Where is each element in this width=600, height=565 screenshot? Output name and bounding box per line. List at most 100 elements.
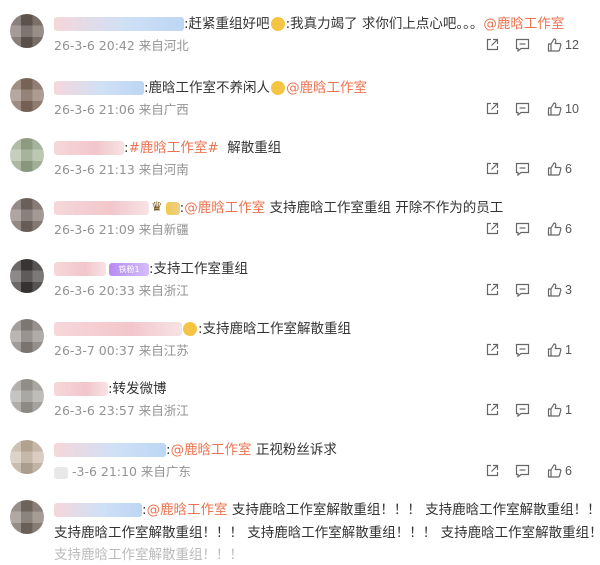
comment-icon[interactable]	[515, 343, 530, 357]
comment-item: 铁粉1 :支持工作室重组 26-3-6 20:33 来自浙江 3	[0, 259, 600, 303]
comment-item: :赶紧重组好吧 :我真力竭了 求你们上点心吧。。。 @鹿晗工作室 26-3-6 …	[0, 14, 600, 58]
mention-link[interactable]: @鹿晗工作室	[483, 14, 564, 34]
comment-body: :支持鹿晗工作室解散重组	[54, 319, 351, 339]
fan-badge: 铁粉1	[109, 262, 149, 276]
like-icon	[547, 464, 562, 478]
like-button[interactable]: 12	[547, 38, 579, 52]
like-icon	[547, 38, 562, 52]
hashtag-link[interactable]: #鹿晗工作室#	[129, 138, 219, 158]
comment-body: :鹿晗工作室不养闲人 @鹿晗工作室	[54, 78, 367, 98]
comment-actions: 1	[485, 403, 600, 421]
mention-link[interactable]: @鹿晗工作室	[171, 440, 252, 460]
comment-actions: 12	[485, 38, 600, 56]
comment-meta: 26-3-7 00:37 来自江苏	[54, 343, 189, 358]
like-count: 3	[565, 283, 572, 297]
username-blurred[interactable]	[54, 322, 182, 336]
comment-icon[interactable]	[515, 403, 530, 417]
avatar[interactable]	[10, 379, 44, 413]
comment-body: 铁粉1 :支持工作室重组	[54, 259, 248, 279]
share-icon[interactable]	[485, 283, 499, 297]
fan-badge	[165, 201, 180, 215]
avatar[interactable]	[10, 500, 44, 534]
comment-actions: 10	[485, 102, 600, 120]
like-count: 1	[565, 343, 572, 357]
username-blurred[interactable]	[54, 81, 144, 95]
username-blurred[interactable]	[54, 201, 149, 215]
like-button[interactable]: 1	[547, 403, 572, 417]
comment-item: : #鹿晗工作室# 解散重组 26-3-6 21:13 来自河南 6	[0, 138, 600, 182]
comment-item: :鹿晗工作室不养闲人 @鹿晗工作室 26-3-6 21:06 来自广西 10	[0, 78, 600, 122]
comment-item: : @鹿晗工作室 正视粉丝诉求 -3-6 21:10 来自广东 6	[0, 440, 600, 484]
comment-text: :转发微博	[108, 381, 167, 397]
comment-icon[interactable]	[515, 464, 530, 478]
comment-icon[interactable]	[515, 222, 530, 236]
comment-body: : #鹿晗工作室# 解散重组	[54, 138, 281, 158]
comment-text: :我真力竭了 求你们上点心吧。。。	[285, 16, 484, 32]
comment-icon[interactable]	[515, 38, 530, 52]
avatar[interactable]	[10, 78, 44, 112]
share-icon[interactable]	[485, 464, 499, 478]
comment-meta: 26-3-6 21:09 来自新疆	[54, 222, 189, 237]
comment-actions: 6	[485, 162, 600, 180]
comment-actions: 6	[485, 222, 600, 240]
comment-icon[interactable]	[515, 283, 530, 297]
emoji-icon	[270, 17, 285, 31]
share-icon[interactable]	[485, 403, 499, 417]
like-button[interactable]: 3	[547, 283, 572, 297]
username-blurred[interactable]	[54, 141, 124, 155]
comment-item: :转发微博 26-3-6 23:57 来自浙江 1	[0, 379, 600, 423]
comment-meta: 26-3-6 20:33 来自浙江	[54, 283, 189, 298]
comment-meta: 26-3-6 23:57 来自浙江	[54, 403, 189, 418]
username-blurred[interactable]	[54, 17, 184, 31]
meta-blurred	[54, 466, 68, 479]
comment-icon[interactable]	[515, 162, 530, 176]
comment-meta: 26-3-6 21:06 来自广西	[54, 102, 189, 117]
like-count: 6	[565, 162, 572, 176]
username-blurred[interactable]	[54, 443, 166, 457]
comment-text: 支持鹿晗工作室解散重组！！！ 支持鹿晗工作室解散重组！！！	[227, 502, 600, 518]
like-button[interactable]: 10	[547, 102, 579, 116]
username-blurred[interactable]	[54, 382, 108, 396]
comment-text: :赶紧重组好吧	[184, 16, 270, 32]
username-blurred[interactable]	[54, 262, 106, 276]
like-icon	[547, 102, 562, 116]
like-icon	[547, 283, 562, 297]
username-blurred[interactable]	[54, 503, 142, 517]
like-button[interactable]: 6	[547, 222, 572, 236]
comment-text-continued: 支持鹿晗工作室解散重组！！！	[54, 547, 243, 563]
avatar[interactable]	[10, 259, 44, 293]
avatar[interactable]	[10, 319, 44, 353]
comment-text-continued: 支持鹿晗工作室解散重组！！！ 支持鹿晗工作室解散重组！！！ 支持鹿晗工作室解散重…	[54, 525, 600, 541]
like-button[interactable]: 6	[547, 464, 572, 478]
comment-actions: 6	[485, 464, 600, 482]
mention-link[interactable]: @鹿晗工作室	[286, 78, 367, 98]
like-count: 12	[565, 38, 579, 52]
like-icon	[547, 403, 562, 417]
crown-icon: ♛	[151, 200, 163, 215]
like-count: 6	[565, 222, 572, 236]
like-button[interactable]: 6	[547, 162, 572, 176]
comment-item: : @鹿晗工作室 支持鹿晗工作室解散重组！！！ 支持鹿晗工作室解散重组！！！ 支…	[0, 500, 600, 563]
share-icon[interactable]	[485, 162, 499, 176]
comment-meta: 26-3-6 21:13 来自河南	[54, 162, 189, 177]
comment-body: ♛ : @鹿晗工作室 支持鹿晗工作室重组 开除不作为的员工	[54, 198, 503, 218]
share-icon[interactable]	[485, 222, 499, 236]
avatar[interactable]	[10, 14, 44, 48]
comment-item: ♛ : @鹿晗工作室 支持鹿晗工作室重组 开除不作为的员工 26-3-6 21:…	[0, 198, 600, 242]
mention-link[interactable]: @鹿晗工作室	[147, 500, 228, 520]
like-icon	[547, 162, 562, 176]
comment-actions: 3	[485, 283, 600, 301]
avatar[interactable]	[10, 440, 44, 474]
like-button[interactable]: 1	[547, 343, 572, 357]
avatar[interactable]	[10, 198, 44, 232]
avatar[interactable]	[10, 138, 44, 172]
comment-text: 正视粉丝诉求	[251, 442, 337, 458]
comment-body: :转发微博	[54, 379, 167, 399]
mention-link[interactable]: @鹿晗工作室	[184, 198, 265, 218]
share-icon[interactable]	[485, 38, 499, 52]
like-count: 1	[565, 403, 572, 417]
comment-icon[interactable]	[515, 102, 530, 116]
share-icon[interactable]	[485, 102, 499, 116]
comment-text: :支持鹿晗工作室解散重组	[198, 321, 352, 337]
share-icon[interactable]	[485, 343, 499, 357]
